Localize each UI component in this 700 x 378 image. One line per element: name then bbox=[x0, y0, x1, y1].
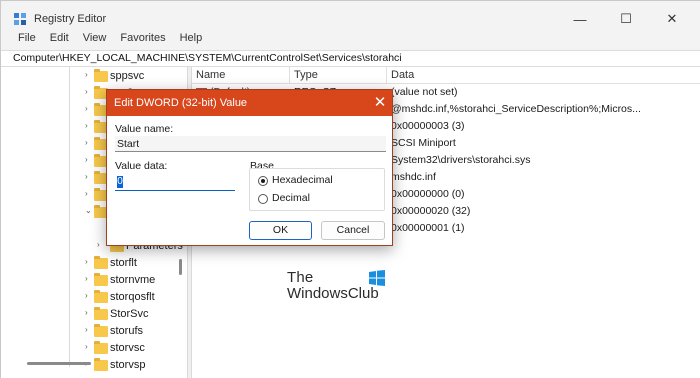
chevron-right-icon[interactable]: › bbox=[85, 257, 88, 266]
tree-item-label: storflt bbox=[110, 257, 137, 269]
value-data: (value not set) bbox=[391, 86, 458, 98]
folder-icon bbox=[94, 69, 108, 82]
chevron-right-icon[interactable]: › bbox=[85, 291, 88, 300]
edit-dword-dialog: Edit DWORD (32-bit) Value ✕ Value name: … bbox=[106, 89, 393, 246]
value-data-input[interactable] bbox=[115, 174, 235, 191]
folder-icon bbox=[94, 256, 108, 269]
menu-help[interactable]: Help bbox=[173, 30, 210, 50]
column-divider[interactable] bbox=[386, 67, 387, 84]
chevron-right-icon[interactable]: › bbox=[85, 87, 88, 96]
tree-item-label: storqosflt bbox=[110, 291, 155, 303]
address-bar[interactable]: Computer\HKEY_LOCAL_MACHINE\SYSTEM\Curre… bbox=[1, 50, 700, 67]
value-name-field: Start bbox=[115, 136, 386, 152]
watermark: The WindowsClub bbox=[287, 269, 385, 302]
window-title: Registry Editor bbox=[34, 13, 107, 25]
tree-item-label: stornvme bbox=[110, 274, 156, 286]
folder-icon bbox=[94, 307, 108, 320]
chevron-right-icon[interactable]: › bbox=[85, 138, 88, 147]
base-group: Hexadecimal Decimal bbox=[249, 168, 385, 211]
dialog-close-button[interactable]: ✕ bbox=[370, 93, 390, 113]
chevron-right-icon[interactable]: › bbox=[85, 172, 88, 181]
tree-item-storsvc[interactable]: › StorSvc bbox=[1, 306, 187, 323]
column-name-header[interactable]: Name bbox=[196, 69, 225, 81]
value-data: System32\drivers\storahci.sys bbox=[391, 154, 531, 166]
folder-icon bbox=[94, 273, 108, 286]
tree-item-label: storvsp bbox=[110, 359, 146, 371]
decimal-radio[interactable] bbox=[258, 194, 268, 204]
folder-icon bbox=[94, 358, 108, 371]
dialog-title-bar: Edit DWORD (32-bit) Value ✕ bbox=[107, 90, 392, 116]
tree-item-storflt[interactable]: › storflt bbox=[1, 255, 187, 272]
value-data: 0x00000003 (3) bbox=[391, 120, 465, 132]
column-data-header[interactable]: Data bbox=[391, 69, 414, 81]
selected-value-text: 0 bbox=[117, 176, 123, 188]
column-divider[interactable] bbox=[289, 67, 290, 84]
hexadecimal-label[interactable]: Hexadecimal bbox=[272, 174, 333, 186]
cancel-button[interactable]: Cancel bbox=[321, 221, 385, 240]
tree-horizontal-scrollbar[interactable] bbox=[27, 362, 91, 365]
tree-item-label: sppsvc bbox=[110, 70, 145, 82]
chevron-right-icon[interactable]: › bbox=[85, 308, 88, 317]
chevron-right-icon[interactable]: › bbox=[85, 325, 88, 334]
tree-item-stornvme[interactable]: › stornvme bbox=[1, 272, 187, 289]
registry-editor-icon bbox=[14, 13, 26, 25]
menu-file[interactable]: File bbox=[11, 30, 43, 50]
menu-favorites[interactable]: Favorites bbox=[113, 30, 172, 50]
tree-item-label: StorSvc bbox=[110, 308, 149, 320]
chevron-down-icon[interactable]: ⌄ bbox=[85, 206, 92, 215]
tree-item-label: storvsc bbox=[110, 342, 145, 354]
list-header: Name Type Data bbox=[192, 67, 700, 84]
value-data: 0x00000020 (32) bbox=[391, 205, 471, 217]
chevron-right-icon[interactable]: › bbox=[85, 70, 88, 79]
menu-bar: File Edit View Favorites Help bbox=[1, 30, 700, 50]
value-data: @mshdc.inf,%storahci_ServiceDescription%… bbox=[391, 103, 641, 115]
value-data: SCSI Miniport bbox=[391, 137, 456, 149]
chevron-right-icon[interactable]: › bbox=[85, 274, 88, 283]
chevron-right-icon[interactable]: › bbox=[85, 342, 88, 351]
chevron-right-icon[interactable]: › bbox=[85, 121, 88, 130]
value-data: 0x00000000 (0) bbox=[391, 188, 465, 200]
tree-item-sppsvc[interactable]: › sppsvc bbox=[1, 68, 187, 85]
dialog-title: Edit DWORD (32-bit) Value bbox=[114, 97, 248, 109]
tree-item-storufs[interactable]: › storufs bbox=[1, 323, 187, 340]
tree-item-storqosflt[interactable]: › storqosflt bbox=[1, 289, 187, 306]
folder-icon bbox=[94, 290, 108, 303]
ok-button[interactable]: OK bbox=[249, 221, 312, 240]
tree-item-storvsp[interactable]: › storvsp bbox=[1, 357, 187, 374]
chevron-right-icon[interactable]: › bbox=[85, 104, 88, 113]
tree-item-storvsc[interactable]: › storvsc bbox=[1, 340, 187, 357]
value-name-label: Value name: bbox=[115, 123, 174, 135]
menu-view[interactable]: View bbox=[76, 30, 114, 50]
folder-icon bbox=[94, 341, 108, 354]
registry-editor-window: Registry Editor — ☐ ✕ File Edit View Fav… bbox=[0, 0, 700, 378]
tree-vertical-scrollbar[interactable] bbox=[179, 259, 182, 275]
watermark-line1: The bbox=[287, 269, 314, 286]
column-type-header[interactable]: Type bbox=[294, 69, 318, 81]
tree-item-label: storufs bbox=[110, 325, 144, 337]
menu-edit[interactable]: Edit bbox=[43, 30, 76, 50]
value-data: 0x00000001 (1) bbox=[391, 222, 465, 234]
chevron-right-icon[interactable]: › bbox=[97, 240, 100, 249]
watermark-line2: WindowsClub bbox=[287, 285, 379, 302]
windowsclub-logo-icon bbox=[369, 270, 385, 286]
value-data: mshdc.inf bbox=[391, 171, 436, 183]
value-data-label: Value data: bbox=[115, 160, 168, 172]
chevron-right-icon[interactable]: › bbox=[85, 155, 88, 164]
chevron-right-icon[interactable]: › bbox=[85, 189, 88, 198]
decimal-label[interactable]: Decimal bbox=[272, 192, 310, 204]
folder-icon bbox=[94, 324, 108, 337]
hexadecimal-radio[interactable] bbox=[258, 176, 268, 186]
